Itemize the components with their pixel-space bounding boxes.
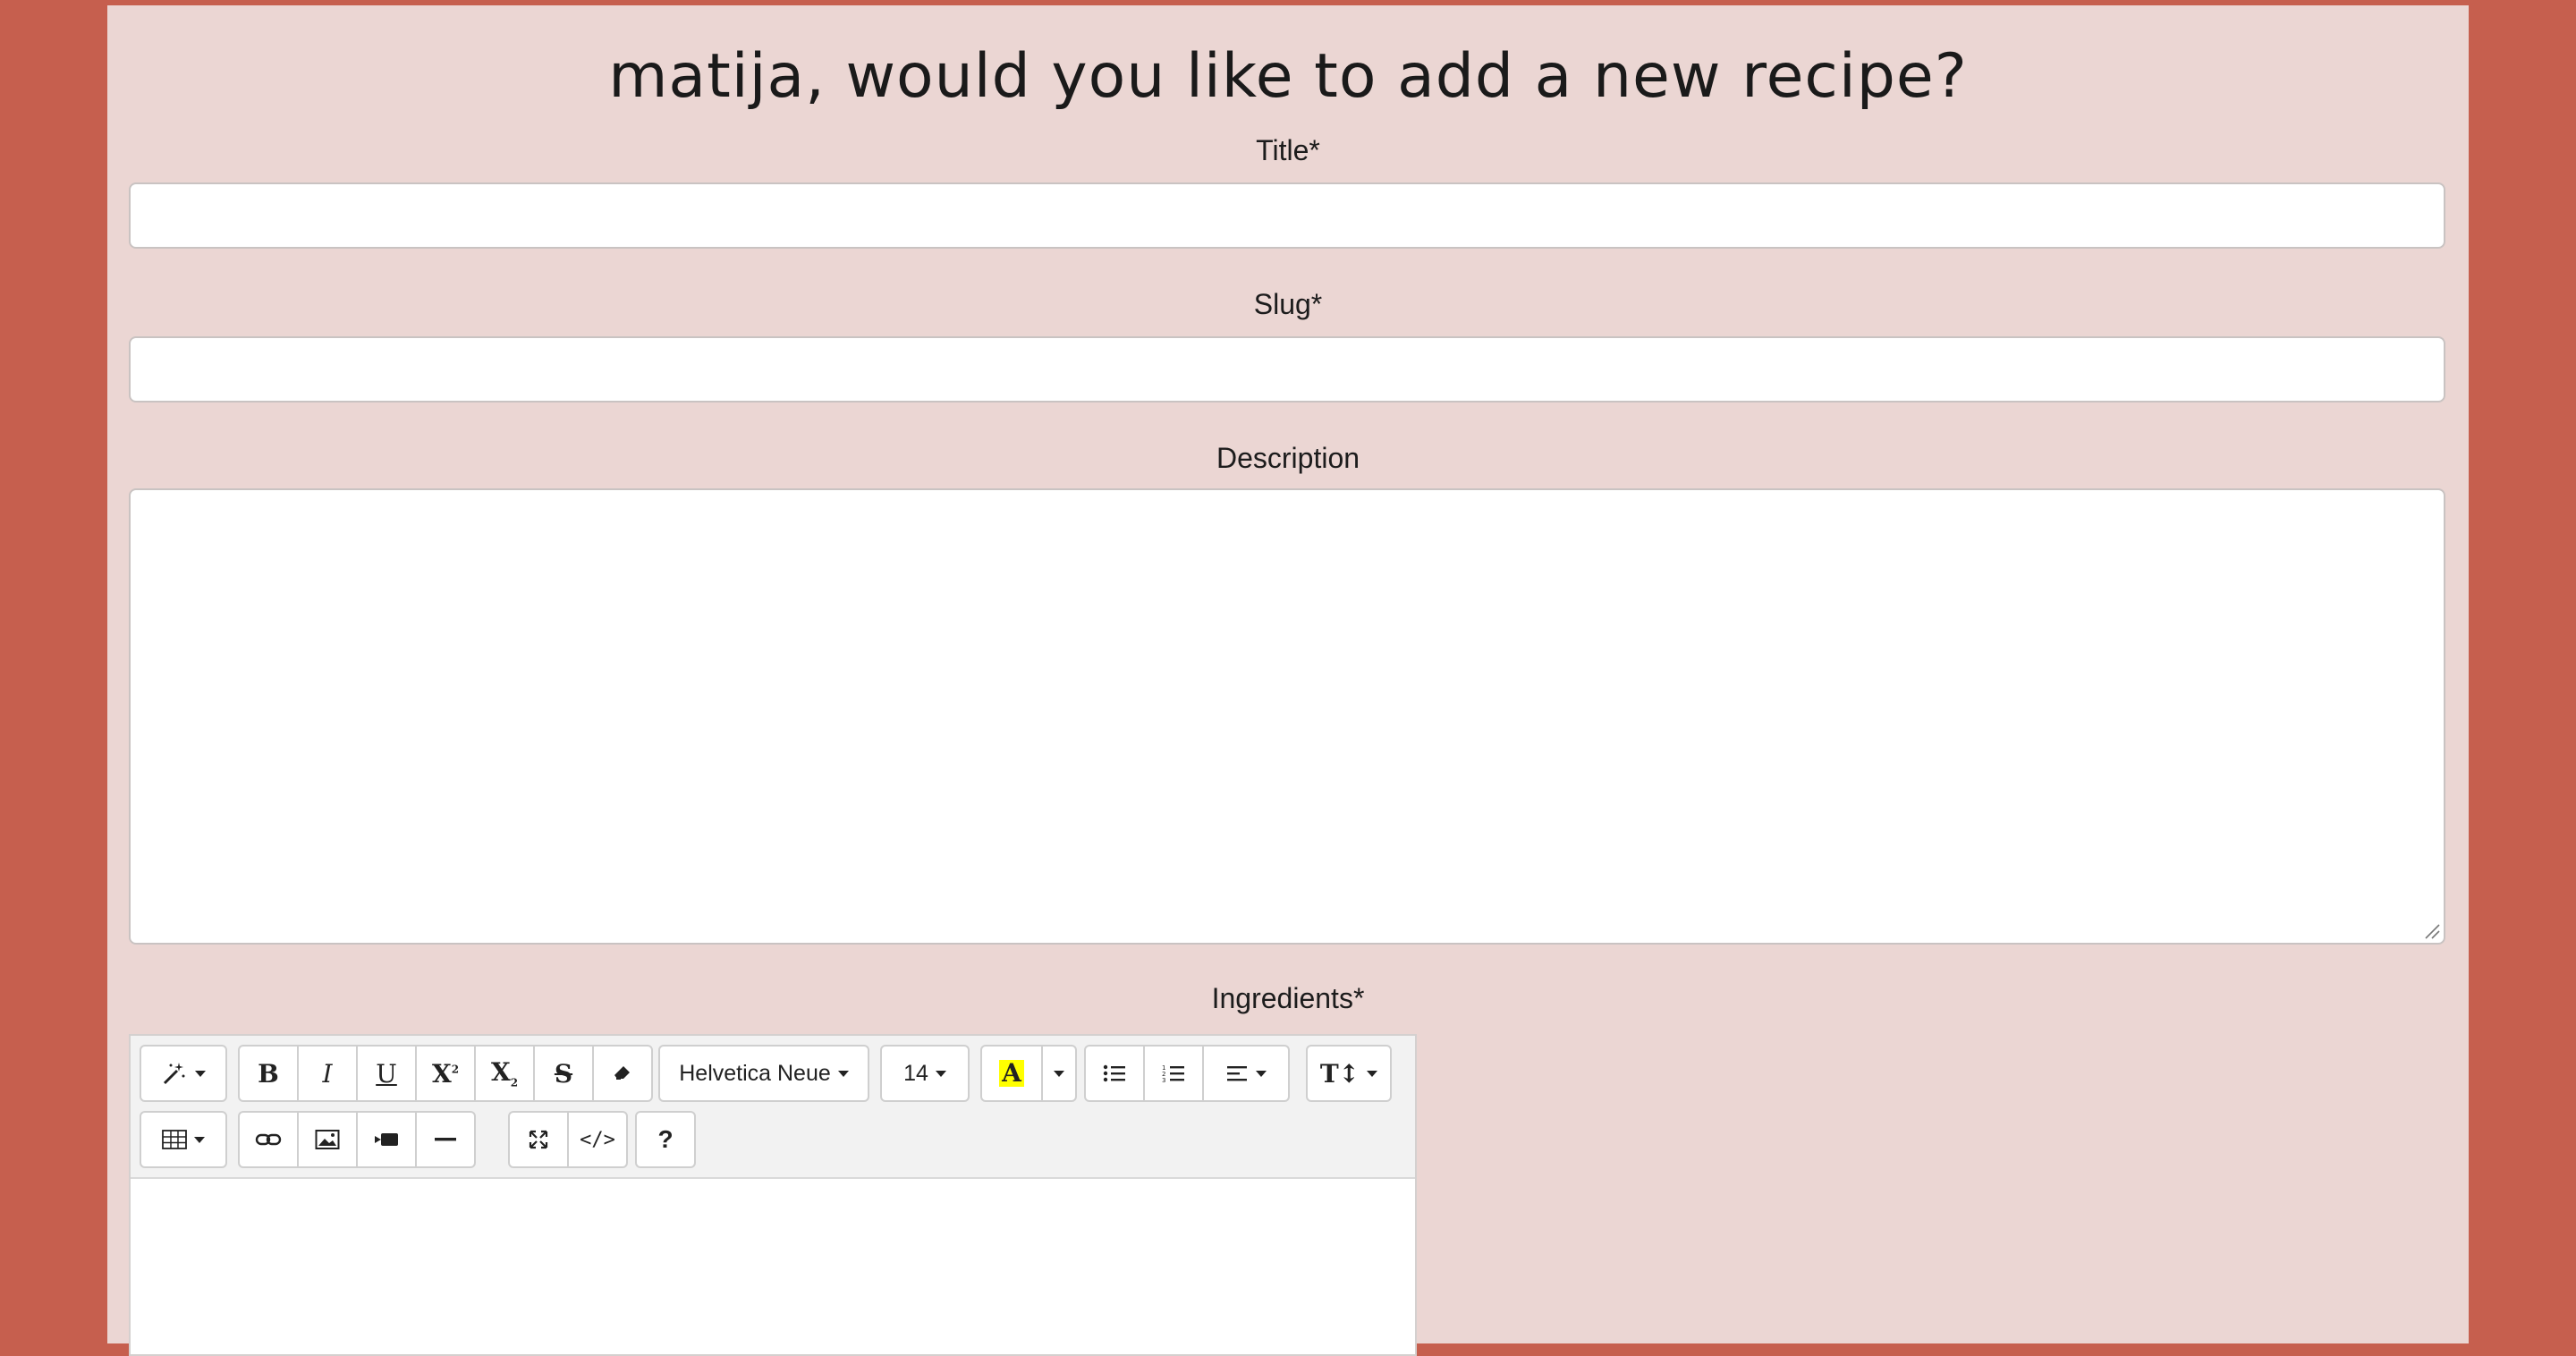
bullet-list-icon bbox=[1103, 1064, 1125, 1082]
italic-icon: I bbox=[322, 1058, 333, 1089]
italic-button[interactable]: I bbox=[297, 1045, 358, 1102]
resize-grip-icon[interactable] bbox=[2424, 923, 2440, 939]
insert-group bbox=[238, 1111, 476, 1168]
help-button[interactable]: ? bbox=[635, 1111, 696, 1168]
fullscreen-button[interactable] bbox=[508, 1111, 569, 1168]
description-textarea[interactable] bbox=[129, 488, 2445, 945]
fullscreen-icon bbox=[529, 1130, 548, 1149]
bold-button[interactable]: B bbox=[238, 1045, 299, 1102]
unordered-list-button[interactable] bbox=[1084, 1045, 1145, 1102]
slug-label: Slug* bbox=[1253, 288, 1323, 320]
table-group bbox=[140, 1111, 227, 1168]
chevron-down-icon bbox=[194, 1136, 205, 1143]
color-group: A bbox=[980, 1045, 1077, 1102]
ingredients-editor-body[interactable] bbox=[131, 1179, 1415, 1354]
text-color-icon: A bbox=[999, 1060, 1024, 1087]
eraser-icon bbox=[614, 1066, 630, 1080]
title-input[interactable] bbox=[129, 182, 2445, 249]
font-size-group: 14 bbox=[880, 1045, 970, 1102]
font-size-value: 14 bbox=[903, 1060, 928, 1086]
paragraph-align-button[interactable] bbox=[1202, 1045, 1290, 1102]
style-button[interactable] bbox=[140, 1045, 227, 1102]
code-icon: </> bbox=[580, 1128, 615, 1151]
superscript-icon: X2 bbox=[431, 1058, 460, 1089]
help-icon: ? bbox=[657, 1125, 674, 1153]
chevron-down-icon bbox=[1256, 1070, 1267, 1077]
svg-text:3: 3 bbox=[1162, 1077, 1165, 1084]
title-label: Title* bbox=[1256, 134, 1320, 166]
page-title: matija, would you like to add a new reci… bbox=[608, 41, 1968, 112]
style-group bbox=[140, 1045, 227, 1102]
font-family-value: Helvetica Neue bbox=[679, 1060, 831, 1086]
chevron-down-icon bbox=[837, 1070, 849, 1077]
help-group: ? bbox=[635, 1111, 696, 1168]
ingredients-label: Ingredients* bbox=[1211, 982, 1365, 1014]
table-button[interactable] bbox=[140, 1111, 227, 1168]
strikethrough-icon: S bbox=[554, 1058, 573, 1089]
table-icon bbox=[162, 1130, 187, 1149]
link-button[interactable] bbox=[238, 1111, 299, 1168]
codeview-button[interactable]: </> bbox=[567, 1111, 628, 1168]
description-label: Description bbox=[1216, 442, 1360, 474]
video-icon bbox=[375, 1133, 398, 1146]
line-height-button[interactable]: T↕ bbox=[1306, 1045, 1392, 1102]
chevron-down-icon bbox=[195, 1070, 206, 1077]
font-style-group: B I U X2 X2 S bbox=[238, 1045, 653, 1102]
ingredients-editor: B I U X2 X2 S Helvetica Neue 14 A 1 2 3 … bbox=[129, 1034, 1417, 1356]
line-height-group: T↕ bbox=[1306, 1045, 1392, 1102]
underline-button[interactable]: U bbox=[356, 1045, 417, 1102]
link-icon bbox=[255, 1133, 282, 1146]
superscript-button[interactable]: X2 bbox=[415, 1045, 476, 1102]
line-height-icon: T↕ bbox=[1319, 1058, 1360, 1089]
clear-format-button[interactable] bbox=[592, 1045, 653, 1102]
numbered-list-icon: 1 2 3 bbox=[1162, 1064, 1184, 1084]
chevron-down-icon bbox=[935, 1070, 946, 1077]
underline-icon: U bbox=[376, 1058, 397, 1089]
chevron-down-icon bbox=[1367, 1070, 1378, 1077]
font-family-group: Helvetica Neue bbox=[658, 1045, 869, 1102]
picture-icon bbox=[315, 1130, 340, 1149]
view-group: </> bbox=[508, 1111, 628, 1168]
font-family-dropdown[interactable]: Helvetica Neue bbox=[658, 1045, 869, 1102]
horizontal-rule-button[interactable] bbox=[415, 1111, 476, 1168]
color-button[interactable]: A bbox=[980, 1045, 1043, 1102]
ordered-list-button[interactable]: 1 2 3 bbox=[1143, 1045, 1204, 1102]
form-panel: matija, would you like to add a new reci… bbox=[107, 5, 2469, 1356]
slug-input[interactable] bbox=[129, 336, 2445, 403]
subscript-button[interactable]: X2 bbox=[474, 1045, 535, 1102]
paragraph-group: 1 2 3 bbox=[1084, 1045, 1290, 1102]
picture-button[interactable] bbox=[297, 1111, 358, 1168]
chevron-down-icon bbox=[1054, 1070, 1064, 1077]
align-left-icon bbox=[1227, 1066, 1247, 1081]
editor-toolbar: B I U X2 X2 S Helvetica Neue 14 A 1 2 3 … bbox=[131, 1036, 1415, 1179]
subscript-icon: X2 bbox=[490, 1057, 519, 1089]
magic-wand-icon bbox=[163, 1063, 185, 1085]
video-button[interactable] bbox=[356, 1111, 417, 1168]
color-dropdown-button[interactable] bbox=[1041, 1045, 1077, 1102]
bold-icon: B bbox=[258, 1058, 279, 1089]
strikethrough-button[interactable]: S bbox=[533, 1045, 594, 1102]
horizontal-rule-icon bbox=[435, 1138, 456, 1141]
font-size-dropdown[interactable]: 14 bbox=[880, 1045, 970, 1102]
